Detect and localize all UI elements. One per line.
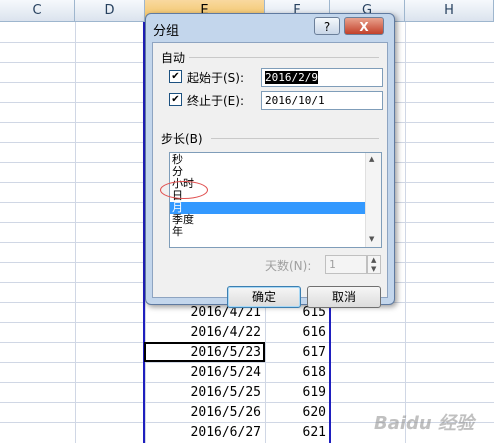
cell-value[interactable]: 618 bbox=[265, 363, 330, 383]
annotation-circle bbox=[160, 181, 208, 199]
cell-value[interactable]: 619 bbox=[265, 383, 330, 403]
dialog-titlebar[interactable]: 分组 ? X bbox=[146, 14, 394, 42]
cell-date[interactable]: 2016/5/24 bbox=[145, 363, 265, 383]
start-checkbox[interactable]: ✔ bbox=[169, 70, 182, 83]
end-input[interactable]: 2016/10/1 bbox=[261, 91, 383, 110]
start-input[interactable]: 2016/2/9 bbox=[261, 68, 383, 87]
close-button[interactable]: X bbox=[344, 17, 384, 35]
step-group-label: 步长(B) bbox=[161, 132, 203, 146]
dialog-title: 分组 bbox=[153, 24, 180, 39]
column-header-d[interactable]: D bbox=[75, 0, 145, 22]
scroll-up-icon[interactable]: ▲ bbox=[369, 155, 374, 163]
cell-date[interactable]: 2016/5/25 bbox=[145, 383, 265, 403]
cell-value[interactable]: 617 bbox=[265, 343, 330, 363]
active-cell-outline bbox=[144, 342, 265, 362]
ok-button[interactable]: 确定 bbox=[227, 286, 301, 308]
watermark-logo: Baidu 经验 bbox=[373, 413, 474, 434]
grid-line bbox=[405, 22, 406, 443]
list-item[interactable]: 年 bbox=[170, 226, 366, 238]
column-header-h[interactable]: H bbox=[405, 0, 494, 22]
help-button[interactable]: ? bbox=[314, 17, 340, 35]
list-item-selected[interactable]: 月 bbox=[170, 202, 366, 214]
grid-line bbox=[75, 22, 76, 443]
spin-up-icon[interactable]: ▲ bbox=[371, 256, 376, 264]
spin-down-icon[interactable]: ▼ bbox=[371, 265, 376, 273]
dialog-body: 自动 ✔ 起始于(S): 2016/2/9 ✔ 终止于(E): 2016/10/… bbox=[152, 42, 388, 308]
days-label: 天数(N): bbox=[265, 259, 312, 273]
column-header-c[interactable]: C bbox=[0, 0, 75, 22]
list-item[interactable]: 分 bbox=[170, 166, 366, 178]
cell-date[interactable]: 2016/5/26 bbox=[145, 403, 265, 423]
days-input[interactable]: 1 bbox=[325, 255, 367, 274]
cell-value[interactable]: 620 bbox=[265, 403, 330, 423]
days-spinner[interactable]: ▲ ▼ bbox=[367, 255, 381, 274]
start-value: 2016/2/9 bbox=[265, 71, 318, 84]
cell-date[interactable]: 2016/6/27 bbox=[145, 423, 265, 443]
scroll-down-icon[interactable]: ▼ bbox=[369, 235, 374, 243]
end-checkbox[interactable]: ✔ bbox=[169, 93, 182, 106]
group-divider bbox=[189, 57, 379, 58]
end-label: 终止于(E): bbox=[187, 94, 244, 108]
cell-value[interactable]: 616 bbox=[265, 323, 330, 343]
cell-value[interactable]: 621 bbox=[265, 423, 330, 443]
list-scrollbar[interactable]: ▲ ▼ bbox=[365, 153, 381, 247]
cell-date[interactable]: 2016/4/22 bbox=[145, 323, 265, 343]
grouping-dialog: 分组 ? X 自动 ✔ 起始于(S): 2016/2/9 ✔ 终止于(E): 2… bbox=[145, 13, 395, 308]
auto-group-label: 自动 bbox=[161, 51, 186, 65]
list-item[interactable]: 秒 bbox=[170, 154, 366, 166]
start-label: 起始于(S): bbox=[187, 71, 245, 85]
group-divider bbox=[211, 138, 379, 139]
cancel-button[interactable]: 取消 bbox=[307, 286, 381, 308]
step-listbox[interactable]: 秒 分 小时 日 月 季度 年 ▲ ▼ bbox=[169, 152, 382, 248]
list-item[interactable]: 季度 bbox=[170, 214, 366, 226]
